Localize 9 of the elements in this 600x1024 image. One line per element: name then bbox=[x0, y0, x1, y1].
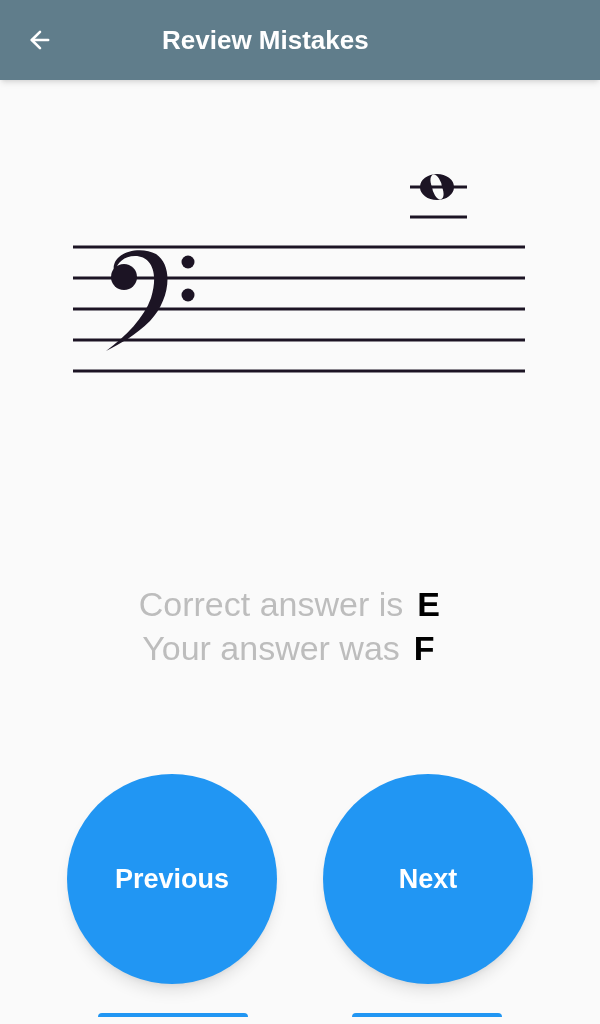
your-answer-label: Your answer was bbox=[142, 628, 400, 669]
previous-button[interactable]: Previous bbox=[67, 774, 277, 984]
correct-answer-label: Correct answer is bbox=[138, 584, 404, 625]
round-button-edge[interactable] bbox=[98, 1013, 248, 1017]
app-bar-title: Review Mistakes bbox=[162, 23, 369, 57]
correct-answer-value: E bbox=[417, 584, 441, 625]
round-button-edge[interactable] bbox=[352, 1013, 502, 1017]
your-answer-value: F bbox=[413, 628, 436, 669]
next-button[interactable]: Next bbox=[323, 774, 533, 984]
